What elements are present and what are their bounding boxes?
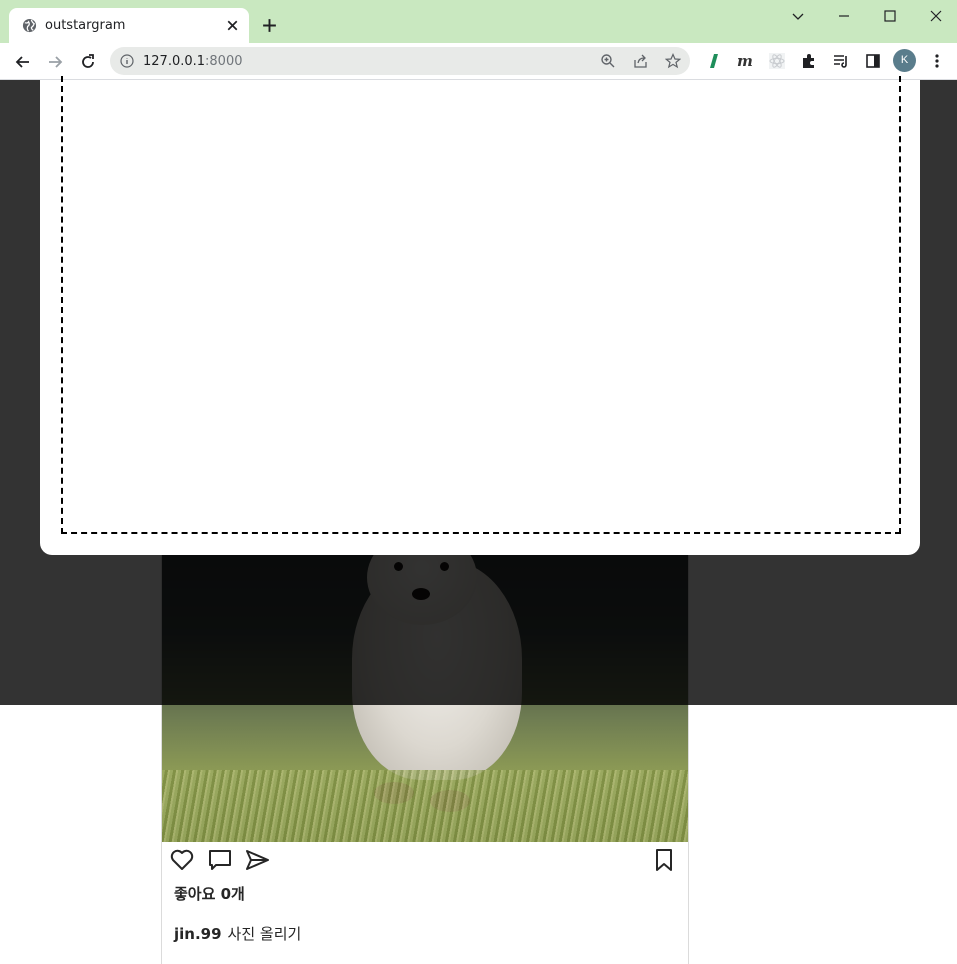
heart-icon[interactable] [169, 847, 195, 873]
upload-modal [40, 76, 920, 555]
extension-slash-icon[interactable] [704, 52, 722, 70]
send-icon[interactable] [244, 847, 270, 873]
post-caption: jin.99 사진 올리기 [174, 923, 301, 944]
zoom-icon[interactable] [600, 53, 616, 69]
chevron-down-icon[interactable] [788, 6, 808, 26]
page-content: 좋아요 0개 jin.99 사진 올리기 [0, 76, 957, 964]
sidepanel-icon[interactable] [864, 52, 882, 70]
maximize-icon[interactable] [880, 6, 900, 26]
svg-text:m: m [737, 52, 753, 70]
modal-overlay[interactable] [0, 76, 957, 705]
globe-icon [22, 18, 37, 33]
extensions-icon[interactable] [800, 52, 818, 70]
media-icon[interactable] [832, 52, 850, 70]
caption-username[interactable]: jin.99 [174, 925, 222, 943]
tab-title: outstargram [45, 18, 126, 33]
tab-strip: outstargram [0, 0, 957, 43]
window-close-icon[interactable] [926, 6, 946, 26]
menu-icon[interactable] [928, 52, 946, 70]
extension-m-icon[interactable]: m [736, 52, 754, 70]
back-icon[interactable] [13, 52, 33, 72]
url-host: 127.0.0.1 [143, 54, 206, 69]
bookmark-icon[interactable] [651, 847, 677, 873]
plus-icon[interactable] [261, 17, 278, 34]
browser-tab[interactable]: outstargram [9, 8, 249, 43]
grass [162, 770, 688, 842]
star-icon[interactable] [665, 53, 681, 69]
forward-icon[interactable] [45, 52, 65, 72]
post-actions [162, 847, 688, 875]
url-port: :8000 [205, 54, 243, 69]
comment-icon[interactable] [207, 847, 233, 873]
reload-icon[interactable] [78, 52, 98, 72]
close-icon[interactable] [224, 17, 241, 34]
share-icon[interactable] [633, 53, 649, 69]
browser-toolbar: 127.0.0.1:8000 m [0, 43, 957, 80]
extension-react-icon[interactable] [768, 52, 786, 70]
url-text: 127.0.0.1:8000 [143, 54, 243, 69]
minimize-icon[interactable] [834, 6, 854, 26]
likes-count: 좋아요 0개 [174, 885, 245, 903]
avatar[interactable]: K [893, 49, 916, 72]
info-icon[interactable] [120, 54, 134, 68]
caption-text: 사진 올리기 [227, 925, 302, 943]
image-drop-zone[interactable] [61, 76, 901, 534]
address-bar[interactable]: 127.0.0.1:8000 [110, 47, 690, 75]
